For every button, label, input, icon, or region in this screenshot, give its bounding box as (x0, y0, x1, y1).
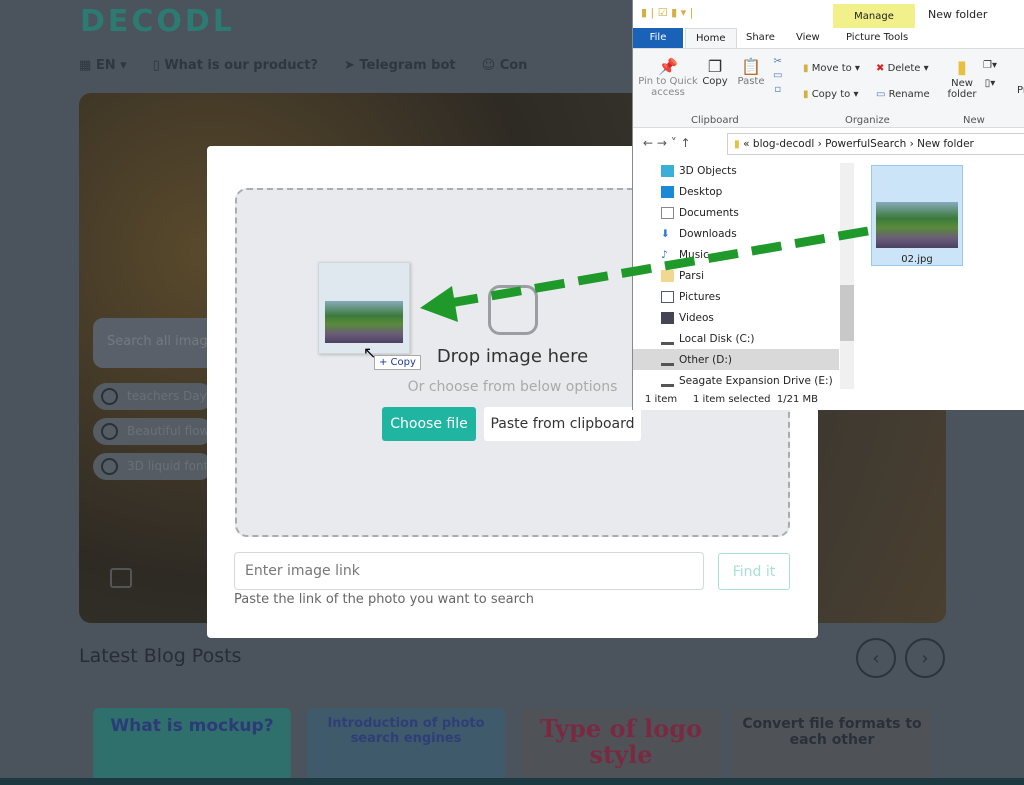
drag-arrow (420, 226, 869, 322)
arrow-head-icon (420, 286, 458, 322)
arrow-line (449, 226, 869, 308)
